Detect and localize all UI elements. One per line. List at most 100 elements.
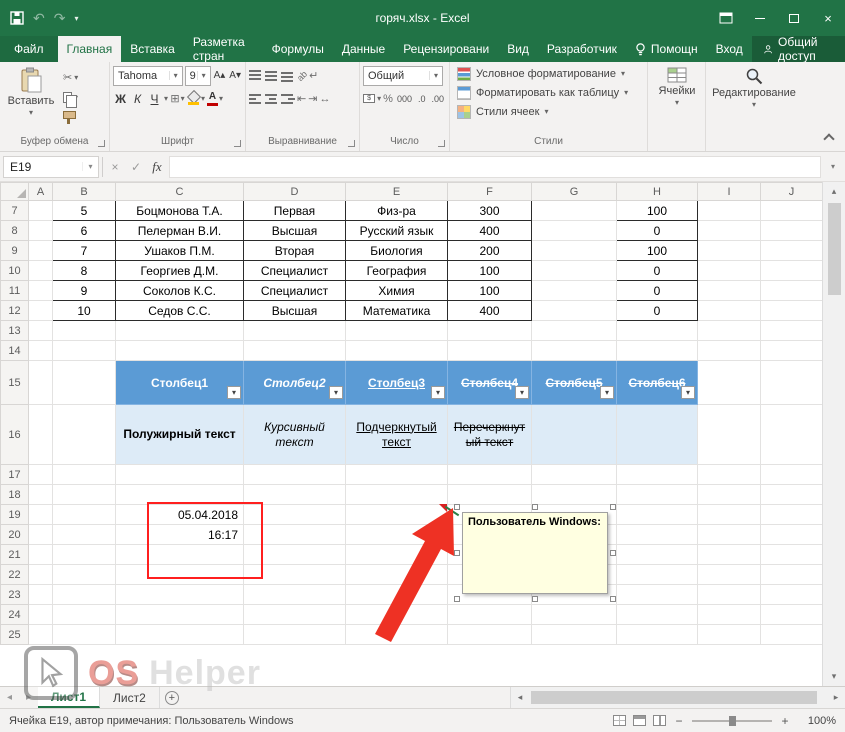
- cell-D14[interactable]: [244, 341, 346, 361]
- cell-F8[interactable]: 400: [448, 221, 532, 241]
- cell-I23[interactable]: [698, 585, 761, 605]
- cell-C11[interactable]: Соколов К.С.: [116, 281, 244, 301]
- resize-handle[interactable]: [610, 550, 616, 556]
- tab-file[interactable]: Файл: [0, 36, 58, 62]
- cell-B7[interactable]: 5: [53, 201, 116, 221]
- ribbon-display-options-button[interactable]: [709, 0, 743, 36]
- cell-A18[interactable]: [29, 485, 53, 505]
- cell-E17[interactable]: [346, 465, 448, 485]
- vertical-scrollbar[interactable]: ▴ ▾: [822, 182, 845, 686]
- cell-B25[interactable]: [53, 625, 116, 645]
- cell-G14[interactable]: [532, 341, 617, 361]
- currency-format-icon[interactable]: $: [363, 94, 375, 103]
- cell-I19[interactable]: [698, 505, 761, 525]
- cell-A9[interactable]: [29, 241, 53, 261]
- scroll-down-button[interactable]: ▾: [823, 667, 845, 686]
- row-header-23[interactable]: 23: [1, 585, 29, 605]
- cell-D12[interactable]: Высшая: [244, 301, 346, 321]
- dialog-launcher-icon[interactable]: [234, 140, 241, 147]
- cell-D16[interactable]: Курсивный текст: [244, 405, 346, 465]
- cell-G13[interactable]: [532, 321, 617, 341]
- cell-J11[interactable]: [761, 281, 823, 301]
- page-layout-view-button[interactable]: [633, 715, 646, 726]
- cell-J12[interactable]: [761, 301, 823, 321]
- align-left-icon[interactable]: [249, 93, 263, 105]
- tab-view[interactable]: Вид: [498, 36, 538, 62]
- share-button[interactable]: Общий доступ: [752, 36, 845, 62]
- row-header-22[interactable]: 22: [1, 565, 29, 585]
- number-format-combo[interactable]: Общий▾: [363, 66, 443, 86]
- cell-H25[interactable]: [617, 625, 698, 645]
- merge-center-icon[interactable]: ↔: [319, 93, 330, 105]
- sheet-nav-right-icon[interactable]: ▸: [19, 687, 38, 708]
- cell-B24[interactable]: [53, 605, 116, 625]
- cell-H14[interactable]: [617, 341, 698, 361]
- increase-indent-icon[interactable]: ⇥: [308, 92, 317, 105]
- cell-E7[interactable]: Физ-ра: [346, 201, 448, 221]
- comment-box[interactable]: Пользователь Windows:: [462, 512, 608, 594]
- horizontal-scrollbar[interactable]: ◂ ▸: [510, 687, 845, 708]
- row-header-21[interactable]: 21: [1, 545, 29, 565]
- column-header-A[interactable]: A: [29, 183, 53, 201]
- cell-A19[interactable]: [29, 505, 53, 525]
- cell-F14[interactable]: [448, 341, 532, 361]
- cell-B20[interactable]: [53, 525, 116, 545]
- resize-handle[interactable]: [532, 596, 538, 602]
- column-header-F[interactable]: F: [448, 183, 532, 201]
- dialog-launcher-icon[interactable]: [438, 140, 445, 147]
- cell-D8[interactable]: Высшая: [244, 221, 346, 241]
- cell-G24[interactable]: [532, 605, 617, 625]
- cell-B16[interactable]: [53, 405, 116, 465]
- cell-G15[interactable]: Столбец5▾: [532, 361, 617, 405]
- page-break-view-button[interactable]: [653, 715, 666, 726]
- cell-G12[interactable]: [532, 301, 617, 321]
- cell-E12[interactable]: Математика: [346, 301, 448, 321]
- normal-view-button[interactable]: [613, 715, 626, 726]
- row-header-13[interactable]: 13: [1, 321, 29, 341]
- cell-A22[interactable]: [29, 565, 53, 585]
- scroll-left-button[interactable]: ◂: [511, 692, 529, 703]
- cell-H8[interactable]: 0: [617, 221, 698, 241]
- cell-J23[interactable]: [761, 585, 823, 605]
- cell-B19[interactable]: [53, 505, 116, 525]
- cell-A24[interactable]: [29, 605, 53, 625]
- cell-H21[interactable]: [617, 545, 698, 565]
- cell-J19[interactable]: [761, 505, 823, 525]
- cell-I16[interactable]: [698, 405, 761, 465]
- cell-H13[interactable]: [617, 321, 698, 341]
- cell-J21[interactable]: [761, 545, 823, 565]
- align-middle-icon[interactable]: [265, 70, 279, 82]
- cell-A7[interactable]: [29, 201, 53, 221]
- cell-H15[interactable]: Столбец6▾: [617, 361, 698, 405]
- row-header-19[interactable]: 19: [1, 505, 29, 525]
- cell-A23[interactable]: [29, 585, 53, 605]
- column-header-D[interactable]: D: [244, 183, 346, 201]
- column-header-C[interactable]: C: [116, 183, 244, 201]
- row-header-16[interactable]: 16: [1, 405, 29, 465]
- cell-A14[interactable]: [29, 341, 53, 361]
- tab-developer[interactable]: Разработчик: [538, 36, 626, 62]
- enter-button[interactable]: ✓: [127, 160, 145, 174]
- cell-C23[interactable]: [116, 585, 244, 605]
- cell-C9[interactable]: Ушаков П.М.: [116, 241, 244, 261]
- cell-H12[interactable]: 0: [617, 301, 698, 321]
- align-top-icon[interactable]: [249, 70, 263, 82]
- customize-quick-access-button[interactable]: ▾: [74, 14, 78, 23]
- cell-B13[interactable]: [53, 321, 116, 341]
- cell-C16[interactable]: Полужирный текст: [116, 405, 244, 465]
- tab-review[interactable]: Рецензировани: [394, 36, 498, 62]
- cell-G25[interactable]: [532, 625, 617, 645]
- cell-I10[interactable]: [698, 261, 761, 281]
- cell-J15[interactable]: [761, 361, 823, 405]
- cell-J14[interactable]: [761, 341, 823, 361]
- cell-G18[interactable]: [532, 485, 617, 505]
- dialog-launcher-icon[interactable]: [348, 140, 355, 147]
- row-header-8[interactable]: 8: [1, 221, 29, 241]
- cell-J17[interactable]: [761, 465, 823, 485]
- resize-handle[interactable]: [610, 596, 616, 602]
- sheet-nav-left-icon[interactable]: ◂: [0, 687, 19, 708]
- cell-B14[interactable]: [53, 341, 116, 361]
- cell-I21[interactable]: [698, 545, 761, 565]
- cell-H19[interactable]: [617, 505, 698, 525]
- expand-formula-bar-icon[interactable]: ▾: [824, 162, 842, 171]
